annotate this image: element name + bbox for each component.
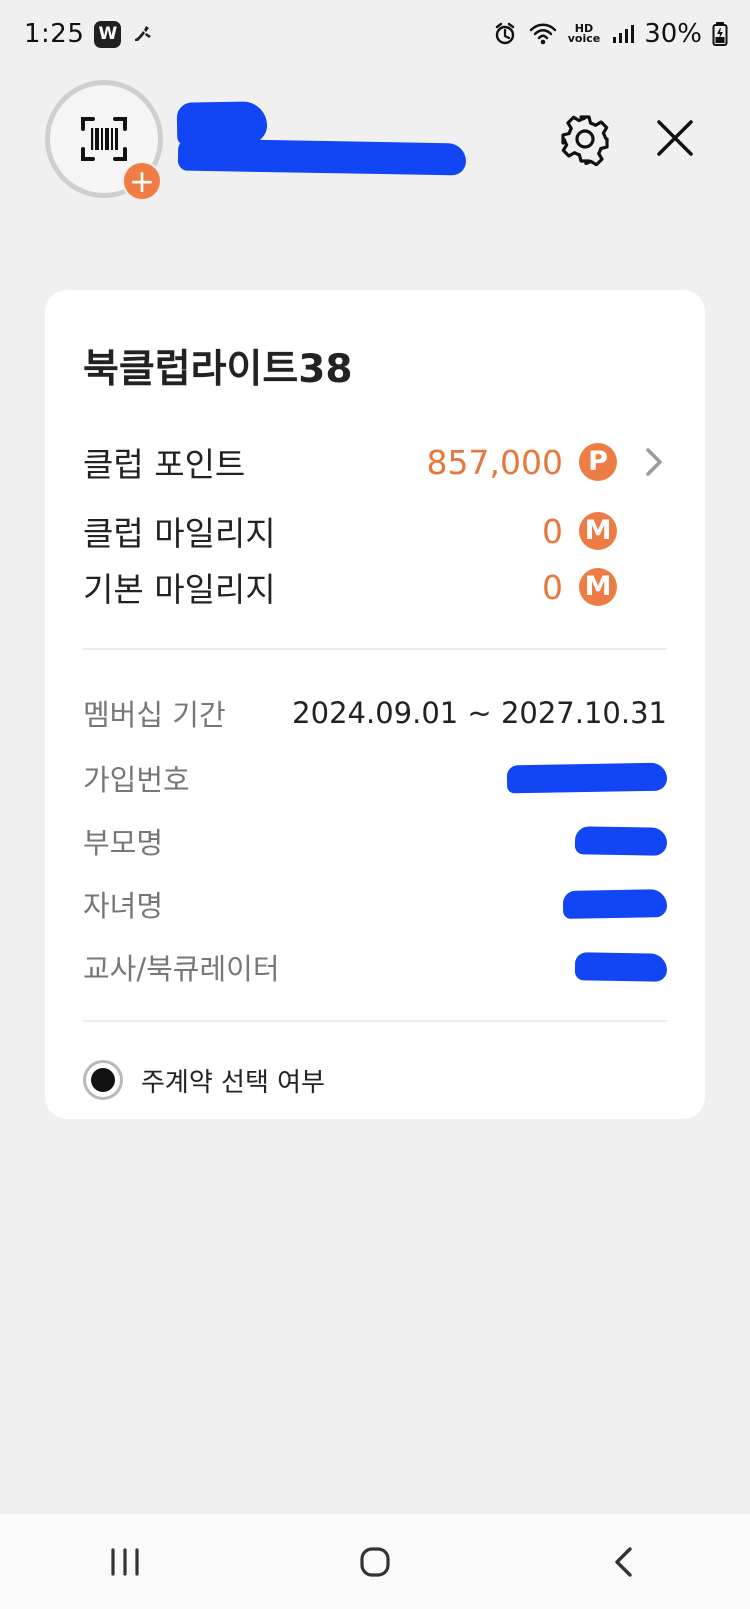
teacher-curator-row: 교사/북큐레이터 — [83, 941, 668, 993]
recent-apps-icon — [111, 1547, 139, 1576]
membership-title: 북클럽라이트38 — [83, 347, 353, 392]
child-name-row: 자녀명 — [83, 878, 668, 930]
club-mileage-label: 클럽 마일리지 — [83, 514, 276, 553]
status-right: HD voice 30% — [492, 19, 728, 49]
point-badge-icon: P — [579, 443, 617, 481]
club-points-label: 클럽 포인트 — [83, 445, 246, 484]
join-number-row: 가입번호 — [83, 752, 668, 804]
main-contract-radio[interactable] — [83, 1060, 123, 1100]
settings-button[interactable] — [555, 110, 615, 170]
w-app-icon: W — [94, 20, 122, 48]
join-number-label: 가입번호 — [83, 763, 190, 797]
basic-mileage-value-wrap: 0 M — [542, 568, 667, 607]
basic-mileage-label: 기본 마일리지 — [83, 570, 276, 609]
barcode-icon — [81, 117, 127, 161]
teacher-curator-label: 교사/북큐레이터 — [83, 952, 280, 986]
battery-percent: 30% — [644, 19, 702, 49]
alarm-icon — [495, 22, 514, 45]
hd-voice-indicator: HD voice — [567, 23, 601, 45]
mileage-badge-icon: M — [579, 512, 617, 550]
voice-label: voice — [567, 32, 601, 45]
android-navigation-bar — [0, 1514, 750, 1609]
child-name-label: 자녀명 — [83, 889, 164, 923]
signal-icon — [613, 25, 635, 43]
parent-name-row: 부모명 — [83, 815, 668, 867]
membership-period-label: 멤버십 기간 — [83, 698, 226, 732]
main-contract-label: 주계약 선택 여부 — [141, 1067, 325, 1098]
redacted-parent-name — [574, 826, 668, 856]
club-points-row[interactable]: 클럽 포인트 857,000 P — [83, 434, 667, 490]
main-contract-radio-row[interactable]: 주계약 선택 여부 — [83, 1060, 325, 1100]
status-bar: 1:25 W HD voice 30% — [0, 0, 750, 68]
basic-mileage-row: 기본 마일리지 0 M — [83, 559, 667, 615]
redacted-email — [177, 138, 467, 176]
club-points-value-wrap: 857,000 P — [427, 443, 667, 482]
section-divider — [83, 648, 667, 650]
wifi-icon — [529, 23, 556, 45]
plus-icon[interactable]: + — [122, 161, 162, 201]
close-icon — [657, 120, 693, 156]
club-mileage-row: 클럽 마일리지 0 M — [83, 503, 667, 559]
home-icon — [360, 1546, 390, 1577]
chevron-right-icon[interactable] — [641, 443, 667, 481]
mileage-badge-icon: M — [579, 568, 617, 606]
redacted-join-number — [506, 762, 668, 794]
membership-card: 북클럽라이트38 클럽 포인트 857,000 P 클럽 마일리지 0 M 기본… — [45, 290, 705, 1119]
gear-icon — [561, 115, 609, 166]
close-button[interactable] — [645, 108, 705, 168]
membership-screen: 1:25 W HD voice 30% + 북클럽라이트38 클럽 포인트 85… — [0, 0, 750, 1609]
back-button[interactable] — [580, 1527, 670, 1597]
radio-selected-dot — [91, 1068, 115, 1092]
redacted-teacher-curator — [574, 952, 668, 982]
home-button[interactable] — [330, 1527, 420, 1597]
status-left: 1:25 W — [24, 19, 155, 49]
club-mileage-value-wrap: 0 M — [542, 512, 667, 551]
sneaker-icon — [135, 26, 152, 41]
back-icon — [615, 1546, 632, 1577]
basic-mileage-value: 0 — [542, 567, 563, 607]
profile-header: + — [0, 72, 750, 222]
redacted-child-name — [562, 889, 668, 919]
battery-icon — [712, 22, 728, 46]
parent-name-label: 부모명 — [83, 826, 164, 860]
club-mileage-value: 0 — [542, 511, 563, 551]
membership-period-value: 2024.09.01 ~ 2027.10.31 — [292, 696, 667, 730]
status-time: 1:25 — [24, 19, 85, 49]
club-points-value: 857,000 — [426, 442, 563, 482]
recent-apps-button[interactable] — [80, 1527, 170, 1597]
section-divider — [83, 1020, 667, 1022]
membership-period-row: 멤버십 기간 2024.09.01 ~ 2027.10.31 — [83, 687, 667, 739]
